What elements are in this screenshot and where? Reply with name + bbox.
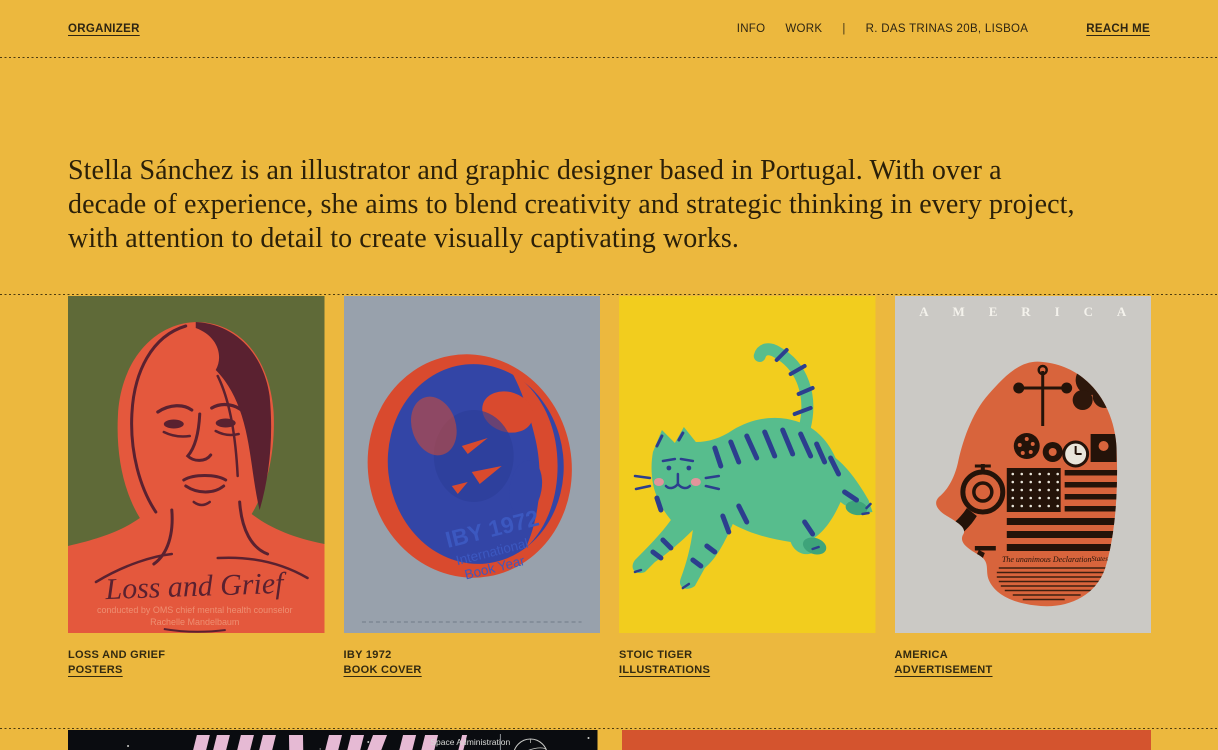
project-category-link[interactable]: BOOK COVER (344, 663, 422, 678)
iby-1972-thumbnail[interactable]: IBY 1972 International Book Year (344, 296, 601, 633)
project-card-america: AMERICA (895, 296, 1152, 678)
nav-info[interactable]: INFO (737, 23, 766, 35)
project-card-stoic-tiger: STOIC TIGER ILLUSTRATIONS (619, 296, 876, 678)
address-text: R. DAS TRINAS 20B, LISBOA (866, 23, 1029, 35)
intro-line: with attention to detail to create visua… (68, 222, 1150, 256)
work-grid-row2: Space Administration (0, 729, 1218, 750)
intro-line: decade of experience, she aims to blend … (68, 188, 1150, 222)
stoic-tiger-artwork (619, 296, 876, 633)
iby-1972-artwork: IBY 1972 International Book Year (344, 296, 601, 633)
project-card-iby-1972: IBY 1972 International Book Year IBY 197… (344, 296, 601, 678)
project-title: IBY 1972 (344, 648, 601, 663)
nav-work[interactable]: WORK (785, 23, 822, 35)
america-thumbnail[interactable]: AMERICA (895, 296, 1152, 633)
orange-poster-artwork (622, 730, 1152, 750)
project-category-link[interactable]: POSTERS (68, 663, 123, 678)
nav-divider: | (842, 23, 845, 35)
project-title: STOIC TIGER (619, 648, 876, 663)
work-grid: Loss and Grief conducted by OMS chief me… (0, 295, 1218, 728)
project-title: LOSS AND GRIEF (68, 648, 325, 663)
poster-script-title: Loss and Grief (104, 567, 288, 606)
header-nav: INFO WORK | R. DAS TRINAS 20B, LISBOA RE… (737, 23, 1150, 35)
poster-credit-name: Rachelle Mandelbaum (150, 617, 239, 627)
space-poster-artwork: Space Administration (68, 730, 598, 750)
loss-and-grief-artwork: Loss and Grief conducted by OMS chief me… (68, 296, 325, 633)
america-artwork: AMERICA (895, 296, 1152, 633)
reach-me-link[interactable]: REACH ME (1086, 23, 1150, 35)
orange-poster-thumbnail[interactable] (622, 730, 1152, 750)
project-card-loss-and-grief: Loss and Grief conducted by OMS chief me… (68, 296, 325, 678)
space-poster-thumbnail[interactable]: Space Administration (68, 730, 598, 750)
declaration-heading-text: The unanimous Declaration (1001, 555, 1091, 564)
america-masthead-text: AMERICA (919, 304, 1150, 319)
stoic-tiger-thumbnail[interactable] (619, 296, 876, 633)
intro-line: Stella Sánchez is an illustrator and gra… (68, 154, 1150, 188)
site-header: ORGANIZER INFO WORK | R. DAS TRINAS 20B,… (0, 0, 1218, 57)
project-category-link[interactable]: ADVERTISEMENT (895, 663, 993, 678)
project-title: AMERICA (895, 648, 1152, 663)
project-category-link[interactable]: ILLUSTRATIONS (619, 663, 710, 678)
intro-statement: Stella Sánchez is an illustrator and gra… (0, 58, 1218, 294)
space-agency-label: Space Administration (430, 737, 510, 747)
poster-credit-line: conducted by OMS chief mental health cou… (97, 605, 293, 615)
loss-and-grief-thumbnail[interactable]: Loss and Grief conducted by OMS chief me… (68, 296, 325, 633)
declaration-word-text: States (1091, 555, 1108, 563)
logo-link[interactable]: ORGANIZER (68, 23, 140, 35)
